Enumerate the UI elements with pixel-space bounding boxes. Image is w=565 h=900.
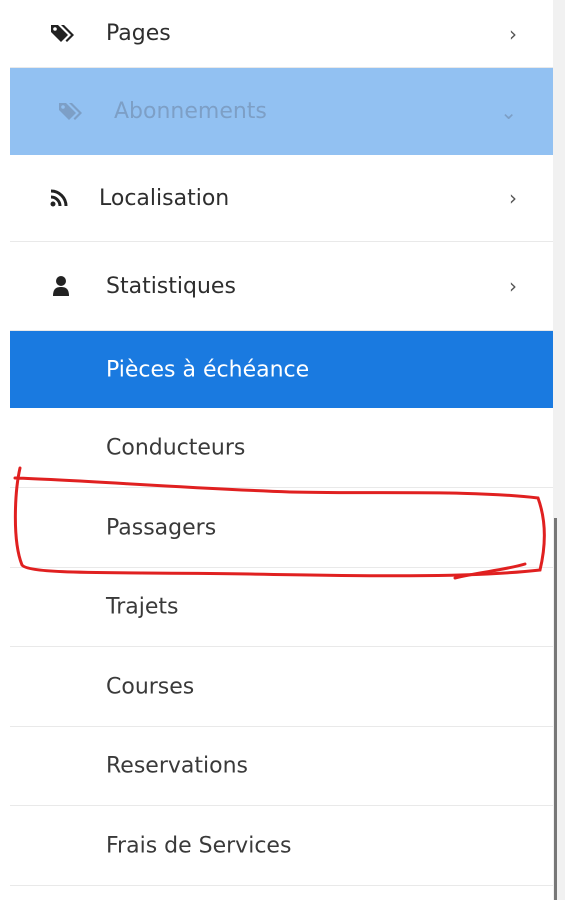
submenu-item-frais-de-services[interactable]: Frais de Services: [10, 806, 553, 886]
chevron-down-icon: ⌄: [500, 99, 517, 124]
submenu-item-label: Reservations: [106, 753, 248, 779]
submenu-item-label: Conducteurs: [106, 435, 246, 460]
user-icon: [46, 271, 76, 301]
submenu-item-trajets[interactable]: Trajets: [10, 568, 553, 647]
sidebar-menu: Pages › Abonnements ⌄ Localisation › Sta…: [10, 0, 553, 900]
chevron-right-icon: ›: [509, 186, 517, 210]
menu-item-statistiques[interactable]: Statistiques ›: [10, 242, 553, 331]
submenu-item-pieces-a-echeance[interactable]: Pièces à échéance: [10, 331, 553, 408]
vertical-scrollbar[interactable]: [553, 0, 565, 900]
menu-item-label: Abonnements: [114, 99, 267, 124]
chevron-right-icon: ›: [509, 21, 517, 46]
submenu-item-label: Passagers: [106, 515, 217, 540]
tags-icon: [48, 19, 78, 49]
menu-item-label: Localisation: [99, 185, 230, 211]
menu-item-localisation[interactable]: Localisation ›: [10, 155, 553, 242]
menu-item-label: Pages: [106, 21, 171, 46]
rss-icon: [44, 183, 74, 213]
submenu-item-label: Pièces à échéance: [106, 357, 310, 382]
submenu-item-label: Frais de Services: [106, 833, 292, 858]
tags-icon: [56, 97, 86, 127]
submenu-item-reservations[interactable]: Reservations: [10, 727, 553, 806]
menu-item-label: Statistiques: [106, 273, 236, 299]
menu-item-abonnements[interactable]: Abonnements ⌄: [10, 68, 553, 155]
submenu-item-conducteurs[interactable]: Conducteurs: [10, 408, 553, 488]
scrollbar-thumb[interactable]: [554, 518, 557, 900]
submenu-item-courses[interactable]: Courses: [10, 647, 553, 727]
menu-item-pages[interactable]: Pages ›: [10, 0, 553, 68]
submenu-item-label: Trajets: [106, 594, 179, 620]
submenu-item-passagers[interactable]: Passagers: [10, 488, 553, 568]
chevron-right-icon: ›: [509, 274, 517, 298]
submenu-item-label: Courses: [106, 674, 195, 699]
